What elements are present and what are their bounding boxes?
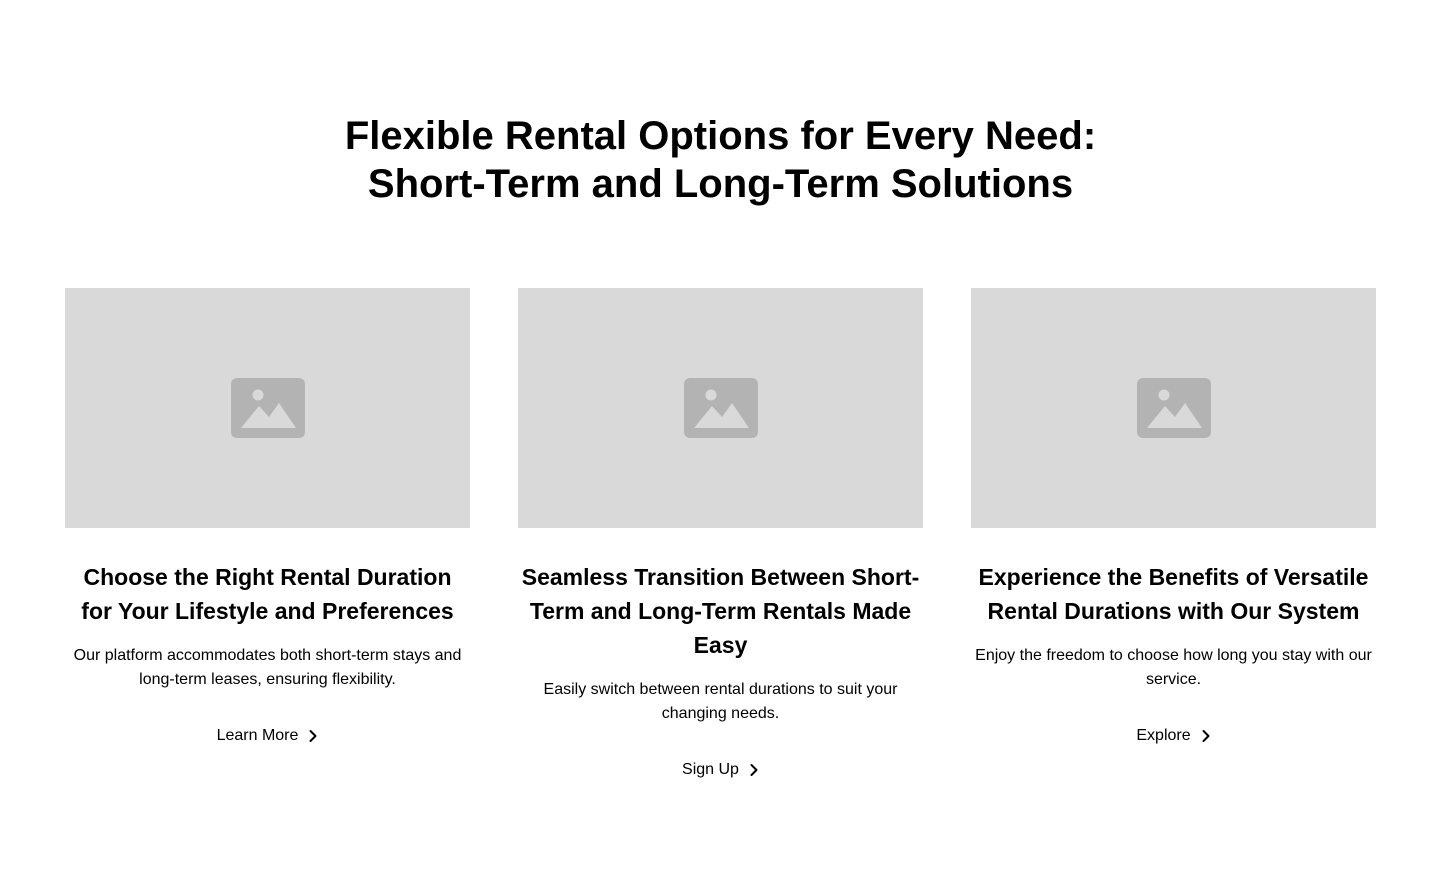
sign-up-link[interactable]: Sign Up [682, 758, 759, 782]
image-placeholder-icon [683, 378, 758, 438]
card-image [65, 288, 470, 528]
sign-up-label: Sign Up [682, 761, 739, 778]
explore-label: Explore [1136, 727, 1191, 744]
card-title: Experience the Benefits of Versatile Ren… [978, 564, 1369, 624]
section-heading: Flexible Rental Options for Every Need: … [0, 112, 1441, 208]
heading-line-2: Short-Term and Long-Term Solutions [367, 162, 1074, 206]
chevron-right-icon [308, 729, 318, 743]
card-rental-duration: Choose the Right Rental Duration for You… [65, 288, 470, 782]
image-placeholder-icon [1136, 378, 1211, 438]
learn-more-label: Learn More [216, 727, 299, 744]
card-versatile-durations: Experience the Benefits of Versatile Ren… [971, 288, 1376, 782]
card-description: Our platform accommodates both short-ter… [73, 647, 462, 688]
card-image [518, 288, 923, 528]
chevron-right-icon [1201, 729, 1211, 743]
card-seamless-transition: Seamless Transition Between Short-Term a… [518, 288, 923, 782]
card-title: Choose the Right Rental Duration for You… [81, 564, 454, 624]
card-image [971, 288, 1376, 528]
card-description: Enjoy the freedom to choose how long you… [975, 647, 1372, 688]
explore-link[interactable]: Explore [1136, 724, 1210, 748]
card-description: Easily switch between rental durations t… [543, 681, 898, 722]
chevron-right-icon [749, 763, 759, 777]
rental-options-section: Flexible Rental Options for Every Need: … [0, 0, 1441, 894]
card-grid: Choose the Right Rental Duration for You… [65, 288, 1376, 782]
card-title: Seamless Transition Between Short-Term a… [521, 564, 920, 658]
heading-line-1: Flexible Rental Options for Every Need: [344, 114, 1097, 158]
image-placeholder-icon [230, 378, 305, 438]
learn-more-link[interactable]: Learn More [217, 724, 319, 748]
